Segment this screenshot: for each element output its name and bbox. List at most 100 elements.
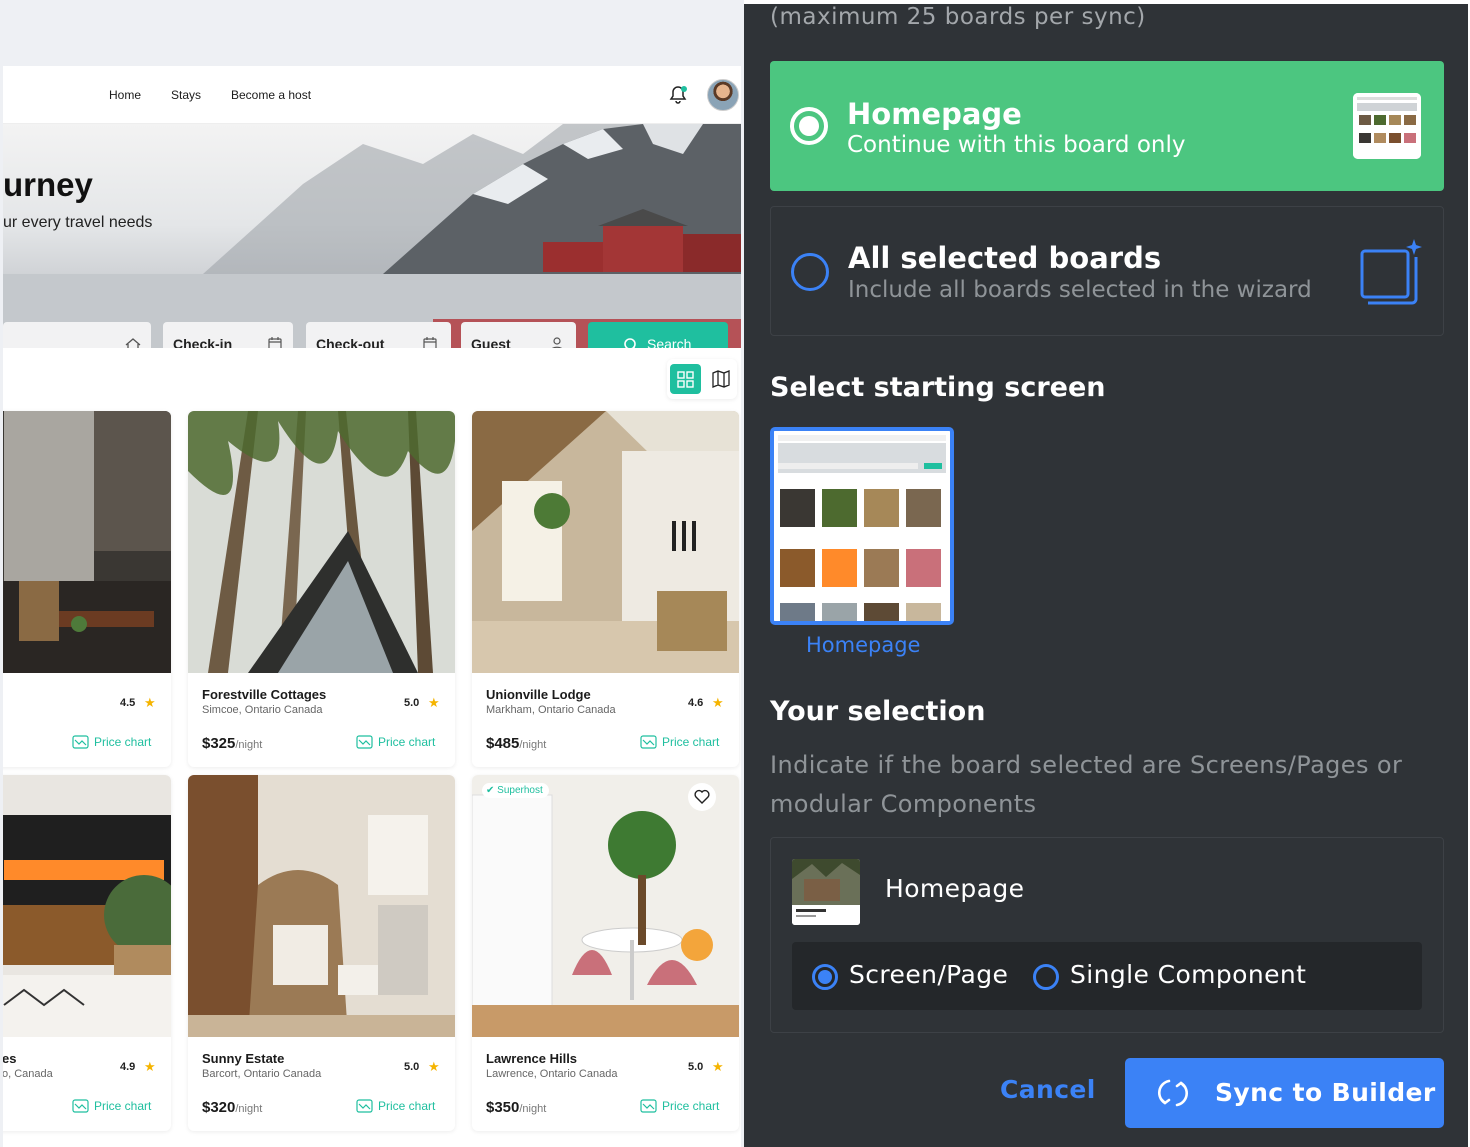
star-icon: ★	[712, 695, 724, 710]
listing-price: $325/night	[202, 735, 262, 752]
avatar[interactable]	[707, 79, 739, 111]
listing-card[interactable]: es o, Canada 4.9 ★ Price chart	[3, 775, 171, 1131]
price-value: $320	[202, 1099, 236, 1116]
map-icon	[712, 370, 730, 388]
radio-homepage[interactable]	[790, 107, 828, 145]
bell-icon[interactable]	[667, 84, 689, 106]
radio-all-boards[interactable]	[791, 253, 829, 291]
guest-field[interactable]: Guest	[461, 322, 576, 348]
hero-title: urney	[3, 166, 93, 203]
nav-become-host[interactable]: Become a host	[231, 88, 311, 102]
price-chart-icon	[356, 1099, 373, 1113]
listing-card[interactable]: ✔ Superhost Lawrence Hills Lawrence, Ont…	[472, 775, 739, 1131]
listing-location: o, Canada	[3, 1068, 53, 1080]
price-chart-icon	[640, 735, 657, 749]
superhost-badge: ✔ Superhost	[482, 783, 549, 798]
listing-name: Forestville Cottages	[202, 687, 327, 702]
price-chart-icon	[72, 1099, 89, 1113]
radio-screen-page[interactable]	[812, 964, 838, 990]
favorite-button[interactable]	[688, 783, 716, 811]
board-type-selector: Screen/Page Single Component	[792, 942, 1422, 1010]
option-homepage[interactable]: Homepage Continue with this board only	[770, 61, 1444, 191]
listing-rating: 4.5	[120, 697, 136, 709]
guest-label: Guest	[471, 336, 511, 348]
listing-card[interactable]: Unionville Lodge Markham, Ontario Canada…	[472, 411, 739, 767]
screen-page-label[interactable]: Screen/Page	[849, 960, 1008, 989]
per-night-label: /night	[519, 739, 547, 751]
listing-rating: 4.6	[688, 697, 704, 709]
checkout-label: Check-out	[316, 336, 385, 348]
cancel-button[interactable]: Cancel	[1000, 1075, 1096, 1104]
location-field[interactable]	[3, 322, 151, 348]
listing-photo	[188, 411, 455, 673]
listing-price: $350/night	[486, 1099, 546, 1116]
grid-icon	[677, 371, 694, 388]
user-icon	[552, 337, 562, 348]
superhost-label: Superhost	[497, 785, 543, 796]
listing-name: es	[3, 1051, 17, 1066]
option-all-boards[interactable]: All selected boards Include all boards s…	[770, 206, 1444, 336]
stack-sparkle-icon	[1360, 239, 1422, 305]
radio-single-component[interactable]	[1033, 964, 1059, 990]
listing-name: Unionville Lodge	[486, 687, 591, 702]
listing-rating: 4.9	[120, 1061, 136, 1073]
option-all-subtitle: Include all boards selected in the wizar…	[848, 277, 1312, 303]
listing-rating: 5.0	[404, 697, 420, 709]
listing-card[interactable]: Sunny Estate Barcort, Ontario Canada 5.0…	[188, 775, 455, 1131]
max-boards-caption: (maximum 25 boards per sync)	[770, 4, 1146, 30]
listing-price: $320/night	[202, 1099, 262, 1116]
sync-panel: (maximum 25 boards per sync) Homepage Co…	[744, 4, 1468, 1147]
listing-photo	[3, 411, 171, 673]
listing-card[interactable]: 4.5 ★ Price chart	[3, 411, 171, 767]
search-icon	[624, 338, 636, 348]
hero-landscape-image	[3, 124, 741, 348]
listing-card[interactable]: Forestville Cottages Simcoe, Ontario Can…	[188, 411, 455, 767]
price-chart-link[interactable]: Price chart	[94, 735, 151, 749]
sync-icon	[1158, 1079, 1188, 1107]
listing-photo	[188, 775, 455, 1037]
listing-rating: 5.0	[404, 1061, 420, 1073]
starting-screen-heading: Select starting screen	[770, 372, 1106, 403]
listing-location: Lawrence, Ontario Canada	[486, 1068, 618, 1080]
nav-stays[interactable]: Stays	[171, 88, 201, 102]
nav-home[interactable]: Home	[109, 88, 141, 102]
search-button-label: Search	[647, 336, 692, 348]
selected-board-thumbnail	[792, 859, 860, 925]
checkout-field[interactable]: Check-out	[306, 322, 451, 348]
search-button[interactable]: Search	[588, 322, 728, 348]
selected-board-name: Homepage	[885, 874, 1025, 903]
listing-name: Sunny Estate	[202, 1051, 285, 1066]
listing-photo	[3, 775, 171, 1037]
sync-button-label: Sync to Builder	[1215, 1078, 1436, 1107]
star-icon: ★	[428, 695, 440, 710]
star-icon: ★	[428, 1059, 440, 1074]
option-homepage-title: Homepage	[847, 97, 1022, 131]
price-chart-link[interactable]: Price chart	[662, 1099, 719, 1113]
listing-rating: 5.0	[688, 1061, 704, 1073]
calendar-icon	[423, 337, 437, 348]
your-selection-heading: Your selection	[770, 696, 986, 727]
checkin-field[interactable]: Check-in	[163, 322, 293, 348]
starting-screen-thumbnail[interactable]	[770, 427, 954, 625]
map-view-button[interactable]	[707, 364, 735, 394]
view-toggle	[667, 359, 737, 399]
single-component-label[interactable]: Single Component	[1070, 960, 1306, 989]
website-preview: Home Stays Become a host urney ur every …	[0, 0, 744, 1147]
per-night-label: /night	[235, 1103, 263, 1115]
price-chart-link[interactable]: Price chart	[94, 1099, 151, 1113]
listing-location: Barcort, Ontario Canada	[202, 1068, 322, 1080]
per-night-label: /night	[235, 739, 263, 751]
price-chart-icon	[640, 1099, 657, 1113]
price-chart-icon	[356, 735, 373, 749]
price-chart-link[interactable]: Price chart	[662, 735, 719, 749]
listing-photo	[472, 411, 739, 673]
option-homepage-subtitle: Continue with this board only	[847, 132, 1186, 158]
grid-view-button[interactable]	[670, 364, 701, 394]
top-nav: Home Stays Become a host	[3, 66, 741, 124]
sync-to-builder-button[interactable]: Sync to Builder	[1125, 1058, 1444, 1128]
price-chart-link[interactable]: Price chart	[378, 735, 435, 749]
price-chart-link[interactable]: Price chart	[378, 1099, 435, 1113]
option-all-title: All selected boards	[848, 241, 1162, 275]
heart-icon	[694, 789, 710, 804]
hero-banner: urney ur every travel needs Check-in Che…	[3, 124, 741, 348]
